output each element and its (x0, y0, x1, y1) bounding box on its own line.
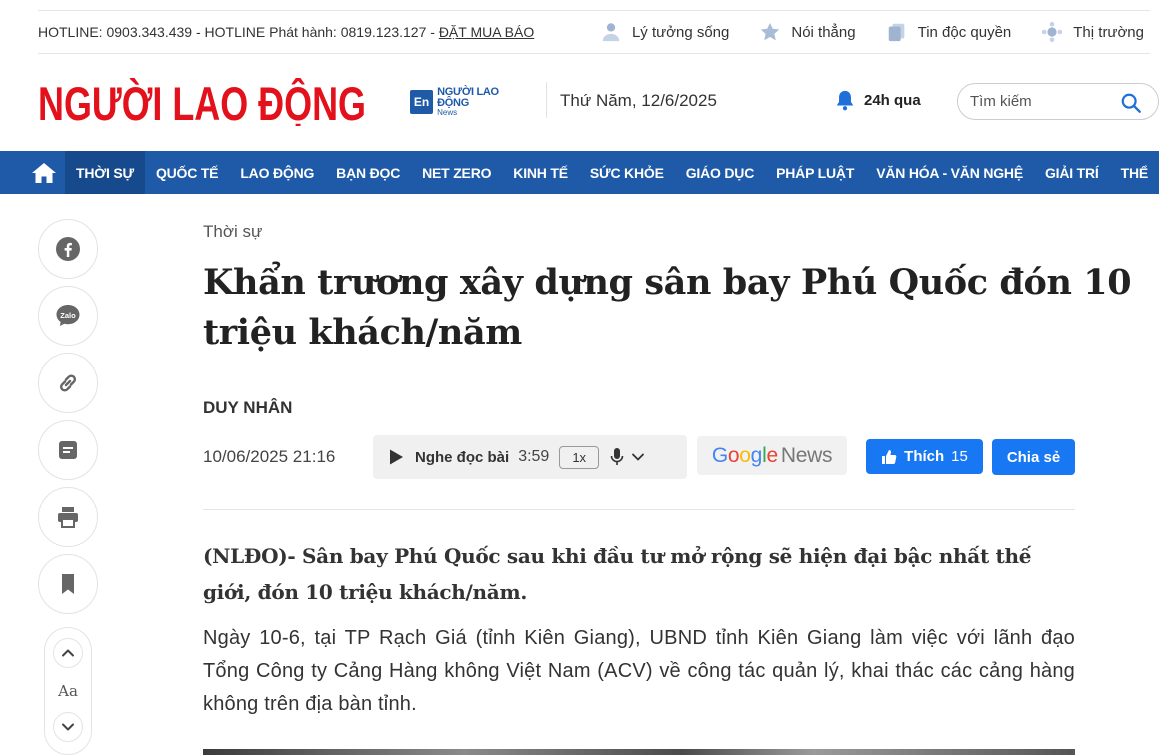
person-icon (602, 23, 620, 42)
facebook-like-button[interactable]: Thích 15 (866, 439, 983, 474)
article-title: Khẩn trương xây dựng sân bay Phú Quốc đó… (203, 262, 1132, 353)
search-icon[interactable] (1120, 92, 1142, 114)
main-nav: THỜI SỰ QUỐC TẾ LAO ĐỘNG BẠN ĐỌC NET ZER… (0, 151, 1159, 194)
nav-net-zero[interactable]: NET ZERO (411, 151, 502, 194)
toplink-label: Tin độc quyền (917, 23, 1012, 41)
nav-lao-dong[interactable]: LAO ĐỘNG (229, 151, 325, 194)
top-utility-bar: HOTLINE: 0903.343.439 - HOTLINE Phát hàn… (38, 10, 1150, 54)
font-size-control: Aa (44, 627, 92, 755)
audio-player: Nghe đọc bài 3:59 1x (373, 435, 687, 479)
microphone-icon[interactable] (609, 447, 625, 467)
share-button[interactable]: Chia sẻ (992, 439, 1075, 475)
article-photo (203, 749, 1075, 755)
link-icon (59, 374, 77, 392)
en-logo-title: NGƯỜI LAO ĐỘNG (437, 86, 499, 109)
print-button[interactable] (38, 487, 98, 547)
article-lead: (NLĐO)- Sân bay Phú Quốc sau khi đầu tư … (203, 544, 1032, 604)
logo-text: NGƯỜI LAO ĐỘNG (38, 78, 366, 126)
google-wordmark: Google (712, 444, 778, 468)
zalo-share-button[interactable]: Zalo (38, 286, 98, 346)
documents-icon (888, 23, 904, 42)
nav-the-thao[interactable]: THỂ (1110, 151, 1159, 194)
article-divider (203, 509, 1075, 510)
chevron-down-icon[interactable] (631, 450, 645, 464)
home-button[interactable] (24, 151, 63, 194)
article-author[interactable]: DUY NHÂN (203, 398, 292, 418)
font-decrease-button[interactable] (53, 712, 83, 742)
share-rail: Zalo (38, 219, 98, 621)
toplink-thi-truong[interactable]: Thị trường (1041, 21, 1144, 43)
chevron-up-icon (62, 649, 74, 657)
bookmark-button[interactable] (38, 554, 98, 614)
market-icon (1042, 21, 1063, 43)
nav-van-hoa[interactable]: VĂN HÓA - VĂN NGHỆ (865, 151, 1034, 194)
like-count: 15 (951, 448, 968, 465)
facebook-icon (56, 237, 80, 261)
thumbs-up-icon (882, 449, 897, 464)
en-badge: En (410, 90, 434, 114)
publish-time: 10/06/2025 21:16 (203, 447, 336, 466)
nav-ban-doc[interactable]: BẠN ĐỌC (325, 151, 411, 194)
article-category[interactable]: Thời sự (203, 222, 262, 242)
nav-giai-tri[interactable]: GIẢI TRÍ (1034, 151, 1110, 194)
chevron-down-icon (62, 723, 74, 731)
bookmark-icon (62, 574, 74, 594)
current-date: Thứ Năm, 12/6/2025 (560, 91, 717, 110)
o2-letter: o (739, 443, 751, 467)
comment-button[interactable] (38, 420, 98, 480)
h24-label: 24h qua (864, 91, 921, 109)
toplink-label: Nói thẳng (791, 23, 856, 41)
copy-link-button[interactable] (38, 353, 98, 413)
home-icon (31, 162, 56, 183)
toplink-tin-doc-quyen[interactable]: Tin độc quyền (886, 21, 1012, 43)
bell-icon (836, 90, 854, 111)
hotline-text: HOTLINE: 0903.343.439 - HOTLINE Phát hàn… (38, 24, 534, 40)
star-icon (761, 22, 780, 41)
nav-kinh-te[interactable]: KINH TẾ (502, 151, 579, 194)
nav-giao-duc[interactable]: GIÁO DỤC (675, 151, 765, 194)
top-links: Lý tưởng sống Nói thẳng Tin độc quyền Th… (600, 11, 1144, 53)
hotline-numbers: HOTLINE: 0903.343.439 - HOTLINE Phát hàn… (38, 24, 439, 40)
play-icon[interactable] (387, 448, 405, 466)
toplink-label: Lý tưởng sống (631, 23, 730, 41)
en-logo-sub: News (437, 108, 458, 117)
news-wordmark: News (780, 443, 833, 467)
english-edition-logo[interactable]: En NGƯỜI LAO ĐỘNG News (410, 86, 530, 117)
zalo-icon: Zalo (56, 305, 80, 326)
g2-letter: g (750, 443, 763, 467)
search-input[interactable] (970, 93, 1110, 110)
audio-duration: 3:59 (518, 448, 550, 465)
article-paragraph: Ngày 10-6, tại TP Rạch Giá (tỉnh Kiên Gi… (203, 627, 1075, 715)
nav-suc-khoe[interactable]: SỨC KHỎE (579, 151, 675, 194)
e-letter: e (766, 443, 778, 467)
site-logo[interactable]: NGƯỜI LAO ĐỘNG (38, 78, 368, 126)
audio-label[interactable]: Nghe đọc bài (415, 449, 509, 466)
like-label: Thích (904, 448, 945, 465)
nav-thoi-su[interactable]: THỜI SỰ (65, 151, 145, 194)
subscribe-link[interactable]: ĐẶT MUA BÁO (439, 24, 534, 40)
toplink-noi-thang[interactable]: Nói thẳng (759, 21, 856, 43)
nav-phap-luat[interactable]: PHÁP LUẬT (765, 151, 865, 194)
font-size-label: Aa (58, 682, 78, 700)
search-box (957, 83, 1159, 120)
google-news-button[interactable]: Google News (697, 436, 847, 475)
facebook-share-button[interactable] (38, 219, 98, 279)
latest-24h-link[interactable]: 24h qua (834, 88, 921, 112)
nav-quoc-te[interactable]: QUỐC TẾ (145, 151, 229, 194)
toplink-label: Thị trường (1073, 23, 1144, 41)
toplink-ly-tuong-song[interactable]: Lý tưởng sống (600, 21, 729, 43)
font-increase-button[interactable] (53, 638, 83, 668)
print-icon (58, 507, 78, 528)
g-letter: G (711, 443, 728, 467)
playback-speed-button[interactable]: 1x (559, 445, 600, 469)
comment-icon (59, 441, 77, 459)
zalo-text: Zalo (60, 311, 76, 320)
header-divider (546, 82, 547, 118)
o1-letter: o (727, 443, 740, 467)
